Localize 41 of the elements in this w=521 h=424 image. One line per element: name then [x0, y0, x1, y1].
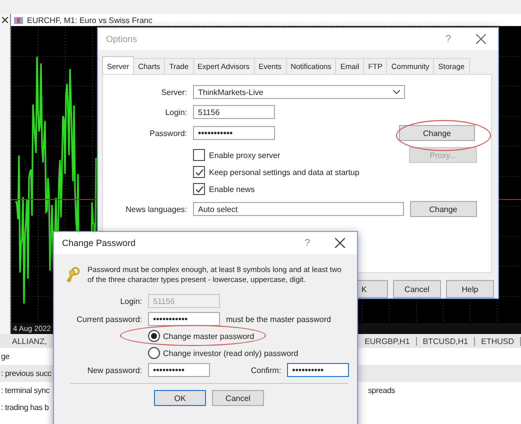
checkbox-label: Enable proxy server — [209, 150, 280, 160]
news-languages-field[interactable]: Auto select — [193, 202, 404, 216]
journal-text: : trading has b — [0, 403, 49, 412]
hint-text: must be the master password — [226, 314, 331, 324]
current-password-field[interactable]: ••••••••••• — [148, 312, 220, 326]
change-button[interactable]: Change — [410, 201, 477, 217]
login-field[interactable]: 51156 — [193, 105, 275, 119]
dialog-button[interactable]: Cancel — [393, 280, 441, 298]
new-password-field[interactable]: •••••••••• — [148, 363, 210, 377]
radio-label: Change master password — [163, 332, 254, 340]
change-button[interactable]: Change — [399, 125, 475, 141]
checkbox-label: Keep personal settings and data at startup — [209, 168, 360, 176]
journal-text: ge — [0, 352, 10, 361]
login-field: 51156 — [148, 294, 220, 308]
chart-tab[interactable]: BTCUSD,H1 — [416, 336, 476, 346]
field-label: Login: — [164, 108, 187, 116]
journal-text: spreads — [368, 386, 396, 395]
chart-tab[interactable]: ETHUSD — [475, 336, 521, 346]
journal-text: : terminal sync — [0, 386, 50, 395]
field-label: Login: — [119, 296, 142, 306]
password-field[interactable]: ••••••••••• — [193, 126, 275, 140]
help-button[interactable]: ? — [445, 34, 451, 44]
help-button[interactable]: ? — [304, 238, 310, 248]
field-label: Server: — [160, 88, 187, 96]
radio-label: Change investor (read only) password — [163, 348, 298, 358]
dialog-button[interactable]: OK — [154, 390, 206, 406]
dialog-title: Options — [106, 34, 138, 44]
field-label: News languages: — [124, 204, 187, 214]
field-label: Confirm: — [250, 366, 282, 374]
field-label: Password: — [148, 128, 187, 138]
chart-tab[interactable]: ALLIANZ, — [10, 336, 49, 346]
checkbox-label: Enable news — [209, 184, 255, 194]
journal-text: : previous succ — [0, 369, 52, 378]
dialog-button[interactable]: Help — [446, 280, 494, 298]
field-label: New password: — [86, 366, 142, 374]
dialog-button[interactable]: Cancel — [212, 390, 264, 406]
dialog-title: Change Password — [62, 238, 137, 248]
confirm-password-field[interactable]: •••••••••• — [287, 363, 349, 377]
field-label: Current password: — [76, 314, 142, 324]
server-dropdown[interactable]: ThinkMarkets-Live — [193, 85, 405, 99]
chart-title: EURCHF, M1: Euro vs Swiss Franc — [27, 16, 152, 24]
